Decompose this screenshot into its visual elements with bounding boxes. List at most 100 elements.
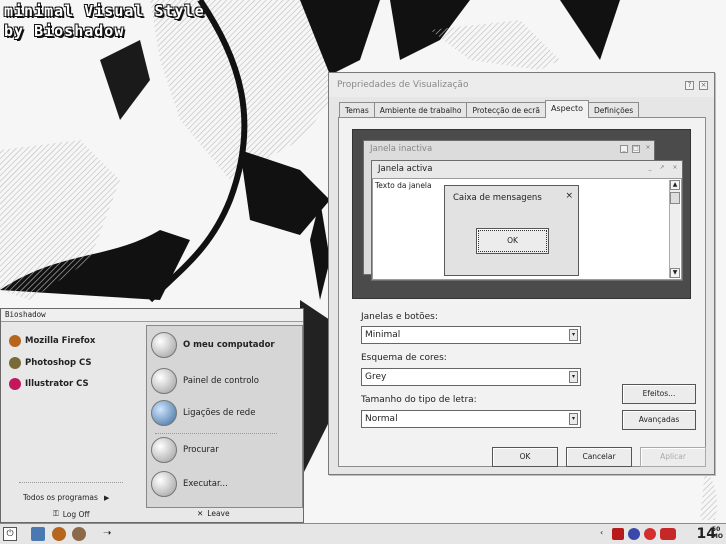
preview-scrollbar: ▲ ▼ bbox=[669, 180, 680, 278]
appearance-panel: Janela inactiva _ □ × Janela activa _ ↗ … bbox=[338, 117, 706, 467]
arrow-icon[interactable]: ➝ bbox=[103, 527, 117, 541]
wallpaper-title-line2: by Bioshadow bbox=[4, 22, 125, 40]
clock-suffix: MO bbox=[711, 533, 723, 540]
menu-item-control-panel[interactable]: Painel de controlo bbox=[151, 368, 259, 394]
wallpaper-title-line1: minimal Visual Style bbox=[4, 2, 205, 20]
tab-aspecto[interactable]: Aspecto bbox=[544, 100, 590, 118]
power-icon: ✕ bbox=[197, 509, 204, 518]
pinned-firefox[interactable]: Mozilla Firefox bbox=[9, 335, 95, 347]
windows-buttons-value: Minimal bbox=[365, 330, 401, 340]
media-icon[interactable] bbox=[72, 527, 86, 541]
window-title: Propriedades de Visualização bbox=[337, 80, 469, 90]
run-icon bbox=[151, 471, 177, 497]
log-off-label: Log Off bbox=[62, 509, 90, 519]
tab-ambiente[interactable]: Ambiente de trabalho bbox=[373, 102, 468, 118]
pinned-label: Photoshop CS bbox=[25, 358, 92, 368]
menu-item-search[interactable]: Procurar bbox=[151, 437, 219, 463]
ok-button[interactable]: OK bbox=[492, 447, 558, 467]
menu-item-network[interactable]: Ligações de rede bbox=[151, 400, 255, 426]
window-titlebar[interactable]: Propriedades de Visualização ? × bbox=[329, 73, 714, 97]
appearance-preview: Janela inactiva _ □ × Janela activa _ ↗ … bbox=[352, 129, 691, 299]
all-programs-button[interactable]: Todos os programas ▶ bbox=[23, 493, 109, 502]
taskbar: ⏻ ➝ ‹ 14 50 MO bbox=[0, 523, 726, 544]
preview-active-title: Janela activa bbox=[378, 164, 433, 174]
windows-buttons-label: Janelas e botões: bbox=[361, 312, 438, 322]
close-icon: × bbox=[645, 144, 651, 151]
clock-minutes-value: 50 bbox=[711, 526, 721, 533]
chevron-right-icon: ▶ bbox=[103, 493, 110, 502]
msgbox-ok-button: OK bbox=[476, 228, 549, 254]
minimize-icon: _ bbox=[648, 164, 652, 171]
preview-message-box: Caixa de mensagens × OK bbox=[444, 185, 579, 276]
font-size-value: Normal bbox=[365, 414, 398, 424]
control-panel-icon bbox=[151, 368, 177, 394]
menu-item-label: O meu computador bbox=[183, 340, 275, 350]
network-icon bbox=[151, 400, 177, 426]
scroll-up-icon: ▲ bbox=[670, 180, 680, 190]
tab-temas[interactable]: Temas bbox=[339, 102, 375, 118]
tab-proteccao[interactable]: Protecção de ecrã bbox=[466, 102, 546, 118]
msgbox-title: Caixa de mensagens bbox=[453, 193, 542, 203]
effects-button[interactable]: Efeitos... bbox=[622, 384, 696, 404]
separator bbox=[19, 482, 123, 483]
menu-item-my-computer[interactable]: O meu computador bbox=[151, 332, 275, 358]
windows-buttons-select[interactable]: Minimal ▾ bbox=[361, 326, 581, 344]
desktop-icon[interactable] bbox=[31, 527, 45, 541]
pinned-illustrator[interactable]: Illustrator CS bbox=[9, 378, 89, 390]
menu-item-label: Painel de controlo bbox=[183, 376, 259, 386]
scroll-down-icon: ▼ bbox=[670, 268, 680, 278]
menu-item-label: Executar... bbox=[183, 479, 228, 489]
close-icon[interactable]: × bbox=[699, 81, 708, 90]
firefox-icon bbox=[9, 335, 21, 347]
preview-window-text: Texto da janela bbox=[375, 181, 432, 190]
pinned-photoshop[interactable]: Photoshop CS bbox=[9, 357, 92, 369]
separator bbox=[155, 433, 277, 434]
start-menu-user: Bioshadow bbox=[1, 309, 303, 322]
start-button[interactable]: ⏻ bbox=[3, 527, 17, 541]
chevron-down-icon[interactable]: ▾ bbox=[569, 413, 578, 425]
log-off-button[interactable]: ⚿ Log Off bbox=[53, 509, 90, 519]
tray-k-icon[interactable] bbox=[612, 528, 624, 540]
maximize-icon: □ bbox=[632, 145, 640, 153]
chevron-down-icon[interactable]: ▾ bbox=[569, 329, 578, 341]
start-menu: Bioshadow Mozilla Firefox Photoshop CS I… bbox=[0, 308, 304, 523]
tray-bluetooth-icon[interactable] bbox=[628, 528, 640, 540]
illustrator-icon bbox=[9, 378, 21, 390]
advanced-button[interactable]: Avançadas bbox=[622, 410, 696, 430]
help-icon[interactable]: ? bbox=[685, 81, 694, 90]
leave-button[interactable]: ✕ Leave bbox=[197, 509, 230, 518]
tab-definicoes[interactable]: Definições bbox=[588, 102, 640, 118]
tray-antivirus-icon[interactable] bbox=[644, 528, 656, 540]
restore-icon: ↗ bbox=[659, 164, 665, 171]
display-properties-window: Propriedades de Visualização ? × Temas A… bbox=[328, 72, 715, 475]
tray-chevron-icon[interactable]: ‹ bbox=[600, 528, 603, 537]
menu-item-label: Procurar bbox=[183, 445, 219, 455]
minimize-icon: _ bbox=[620, 145, 628, 153]
apply-button: Aplicar bbox=[640, 447, 706, 467]
key-icon: ⚿ bbox=[53, 509, 59, 518]
font-size-label: Tamanho do tipo de letra: bbox=[361, 395, 477, 405]
menu-item-run[interactable]: Executar... bbox=[151, 471, 228, 497]
scroll-thumb bbox=[670, 192, 680, 204]
pinned-label: Illustrator CS bbox=[25, 379, 89, 389]
cancel-button[interactable]: Cancelar bbox=[566, 447, 632, 467]
color-scheme-label: Esquema de cores: bbox=[361, 353, 447, 363]
color-scheme-select[interactable]: Grey ▾ bbox=[361, 368, 581, 386]
start-menu-right-pane: O meu computador Painel de controlo Liga… bbox=[146, 325, 303, 508]
photoshop-icon bbox=[9, 357, 21, 369]
search-icon bbox=[151, 437, 177, 463]
font-size-select[interactable]: Normal ▾ bbox=[361, 410, 581, 428]
close-icon: × bbox=[672, 164, 678, 171]
clock-minutes: 50 MO bbox=[712, 526, 723, 540]
chevron-down-icon[interactable]: ▾ bbox=[569, 371, 578, 383]
menu-item-label: Ligações de rede bbox=[183, 408, 256, 418]
leave-label: Leave bbox=[207, 509, 230, 518]
preview-inactive-title: Janela inactiva bbox=[370, 144, 433, 154]
firefox-icon[interactable] bbox=[52, 527, 66, 541]
close-icon: × bbox=[565, 191, 573, 201]
pinned-label: Mozilla Firefox bbox=[25, 336, 96, 346]
tray-volume-icon[interactable] bbox=[660, 528, 676, 540]
computer-icon bbox=[151, 332, 177, 358]
tab-bar: Temas Ambiente de trabalho Protecção de … bbox=[339, 100, 640, 118]
color-scheme-value: Grey bbox=[365, 372, 387, 382]
